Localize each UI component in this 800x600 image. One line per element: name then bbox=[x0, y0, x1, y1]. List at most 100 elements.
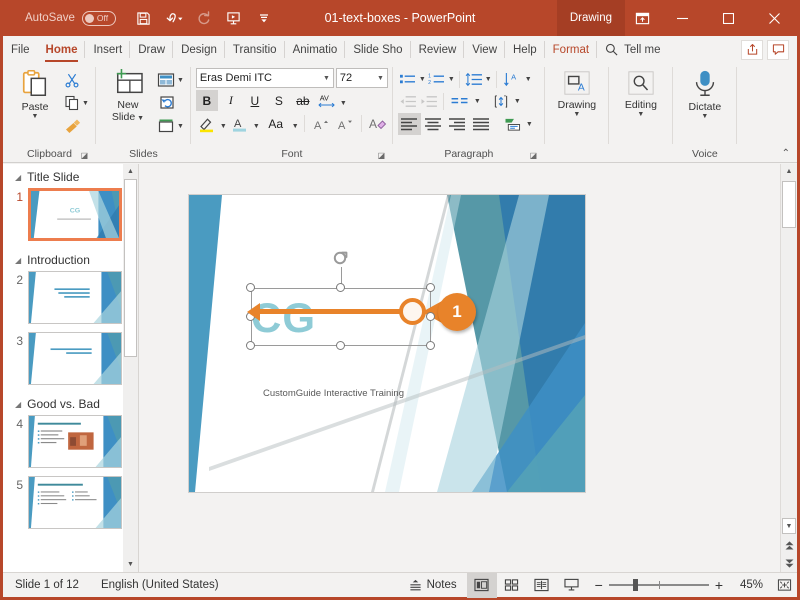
comment-icon[interactable] bbox=[767, 39, 789, 60]
zoom-in-button[interactable]: + bbox=[715, 577, 723, 593]
change-case-caret[interactable]: ▼ bbox=[292, 117, 299, 130]
copy-button[interactable]: ▼ bbox=[62, 92, 91, 114]
increase-indent-button[interactable] bbox=[419, 91, 439, 112]
zoom-level-label[interactable]: 45% bbox=[729, 579, 763, 591]
line-spacing-caret[interactable]: ▼ bbox=[485, 76, 492, 83]
layout-button[interactable]: ▼ bbox=[155, 69, 186, 91]
tab-slide-show[interactable]: Slide Sho bbox=[345, 36, 411, 63]
decrease-indent-button[interactable] bbox=[398, 91, 418, 112]
scroll-thumb[interactable] bbox=[782, 181, 796, 228]
autosave-toggle[interactable]: AutoSave Off bbox=[25, 10, 116, 26]
numbering-caret[interactable]: ▼ bbox=[448, 76, 455, 83]
redo-icon[interactable] bbox=[190, 5, 218, 31]
handle-bottom-right[interactable] bbox=[426, 341, 435, 350]
editing-button[interactable]: Editing ▼ bbox=[614, 66, 668, 118]
align-right-button[interactable] bbox=[446, 113, 469, 135]
undo-icon[interactable] bbox=[160, 5, 188, 31]
handle-top-right[interactable] bbox=[426, 283, 435, 292]
tab-design[interactable]: Design bbox=[173, 36, 225, 63]
thumbnail-scroll-thumb[interactable] bbox=[124, 179, 137, 357]
thumbnail-scroll-track[interactable] bbox=[123, 179, 138, 557]
change-case-button[interactable]: Aa bbox=[262, 113, 290, 134]
handle-bottom-center[interactable] bbox=[336, 341, 345, 350]
notes-button[interactable]: Notes bbox=[399, 573, 467, 598]
section-button[interactable]: ▼ bbox=[155, 115, 186, 137]
normal-view-button[interactable] bbox=[466, 572, 497, 598]
selection-bounding-box[interactable] bbox=[251, 288, 431, 346]
handle-top-center[interactable] bbox=[336, 283, 345, 292]
font-size-combo[interactable]: 72 ▼ bbox=[335, 68, 388, 88]
increase-font-size-button[interactable]: A bbox=[310, 113, 332, 134]
line-spacing-button[interactable] bbox=[464, 69, 484, 90]
scroll-down-arrow[interactable]: ▼ bbox=[123, 557, 138, 572]
cut-button[interactable] bbox=[62, 69, 91, 91]
slide-sorter-view-button[interactable] bbox=[497, 573, 527, 598]
paste-dropdown-caret[interactable]: ▼ bbox=[32, 113, 39, 120]
copy-dropdown-caret[interactable]: ▼ bbox=[82, 100, 89, 107]
text-shadow-button[interactable]: S bbox=[268, 90, 290, 111]
tab-view[interactable]: View bbox=[464, 36, 505, 63]
clear-all-formatting-button[interactable]: A bbox=[367, 113, 389, 134]
tab-draw[interactable]: Draw bbox=[130, 36, 174, 63]
bullets-caret[interactable]: ▼ bbox=[419, 76, 426, 83]
dictate-button[interactable]: Dictate ▼ bbox=[678, 66, 732, 120]
autosave-switch[interactable]: Off bbox=[81, 10, 116, 26]
chevron-down-icon[interactable]: ▼ bbox=[374, 75, 384, 82]
tab-insert[interactable]: Insert bbox=[85, 36, 131, 63]
previous-slide-button[interactable] bbox=[781, 536, 797, 554]
text-direction-caret[interactable]: ▼ bbox=[525, 76, 532, 83]
handle-middle-left[interactable] bbox=[246, 312, 255, 321]
share-icon[interactable] bbox=[741, 39, 763, 60]
scroll-up-arrow[interactable]: ▲ bbox=[781, 164, 797, 179]
scroll-up-arrow[interactable]: ▲ bbox=[123, 164, 138, 179]
align-center-button[interactable] bbox=[422, 113, 445, 135]
reset-button[interactable] bbox=[155, 92, 186, 114]
zoom-out-button[interactable]: − bbox=[595, 577, 603, 593]
minimize-button[interactable] bbox=[659, 0, 705, 36]
collapse-triangle-icon[interactable]: ◢ bbox=[15, 400, 21, 409]
layout-caret[interactable]: ▼ bbox=[177, 77, 184, 84]
reading-view-button[interactable] bbox=[527, 573, 557, 598]
collapse-ribbon-button[interactable]: ⌃ bbox=[782, 148, 790, 159]
strikethrough-button[interactable]: ab bbox=[292, 90, 314, 111]
slide-count-label[interactable]: Slide 1 of 12 bbox=[15, 579, 79, 591]
align-text-button[interactable] bbox=[490, 91, 513, 112]
thumbnail-pane-scrollbar[interactable]: ▲ ▼ bbox=[123, 164, 138, 572]
scroll-down-arrow[interactable]: ▼ bbox=[782, 518, 796, 534]
new-slide-button[interactable]: New Slide ▼ bbox=[101, 66, 155, 123]
smartart-caret[interactable]: ▼ bbox=[526, 121, 533, 128]
customize-qat-icon[interactable] bbox=[250, 5, 278, 31]
character-spacing-caret[interactable]: ▼ bbox=[340, 94, 347, 107]
collapse-triangle-icon[interactable]: ◢ bbox=[15, 256, 21, 265]
font-name-combo[interactable]: Eras Demi ITC ▼ bbox=[195, 68, 334, 88]
ribbon-display-options-icon[interactable] bbox=[625, 0, 659, 36]
section-header-title-slide[interactable]: ◢ Title Slide bbox=[3, 164, 138, 186]
bullets-button[interactable] bbox=[398, 69, 418, 90]
font-color-caret[interactable]: ▼ bbox=[253, 117, 260, 130]
editing-caret[interactable]: ▼ bbox=[637, 111, 644, 118]
section-caret[interactable]: ▼ bbox=[177, 123, 184, 130]
tab-review[interactable]: Review bbox=[411, 36, 465, 63]
convert-to-smartart-button[interactable] bbox=[502, 114, 525, 135]
thumbnail-row-1[interactable]: 1 CG bbox=[3, 186, 138, 247]
save-icon[interactable] bbox=[130, 5, 158, 31]
slide-pane-scrollbar[interactable]: ▲ ▼ bbox=[780, 164, 797, 572]
context-tab-drawing[interactable]: Drawing bbox=[556, 0, 625, 36]
text-highlight-caret[interactable]: ▼ bbox=[220, 117, 227, 130]
slide-thumbnail-2[interactable] bbox=[28, 271, 122, 324]
slide-thumbnail-1[interactable]: CG bbox=[28, 188, 122, 241]
tab-transitions[interactable]: Transitio bbox=[225, 36, 285, 63]
tab-help[interactable]: Help bbox=[505, 36, 545, 63]
start-slideshow-icon[interactable] bbox=[220, 5, 248, 31]
text-direction-button[interactable]: A bbox=[501, 69, 524, 90]
thumbnail-row-3[interactable]: 3 bbox=[3, 330, 138, 391]
next-slide-button[interactable] bbox=[781, 554, 797, 572]
tab-format[interactable]: Format bbox=[545, 36, 598, 63]
maximize-button[interactable] bbox=[705, 0, 751, 36]
underline-button[interactable]: U bbox=[244, 90, 266, 111]
slide-subtitle-textbox[interactable]: CustomGuide Interactive Training bbox=[263, 387, 513, 399]
bold-button[interactable]: B bbox=[195, 90, 218, 111]
collapse-triangle-icon[interactable]: ◢ bbox=[15, 173, 21, 182]
dictate-caret[interactable]: ▼ bbox=[701, 113, 708, 120]
thumbnail-row-5[interactable]: 5 bbox=[3, 474, 138, 535]
